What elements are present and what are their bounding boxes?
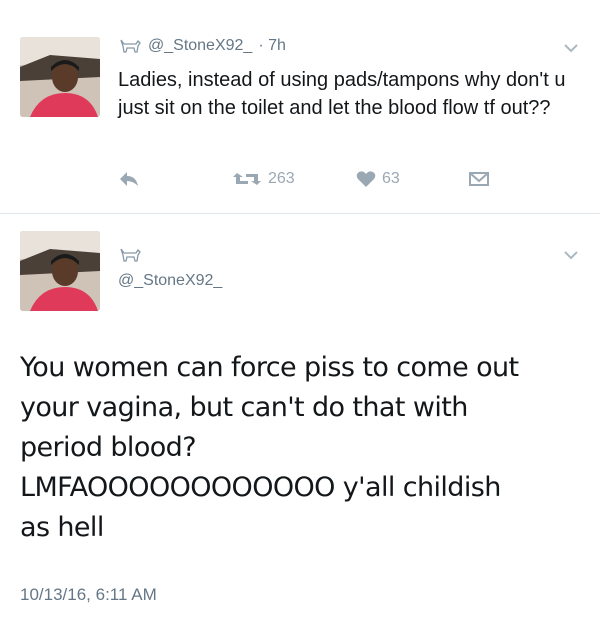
tweet-1-header: @_StoneX92_ · 7h	[118, 37, 286, 55]
dm-button[interactable]	[468, 170, 490, 188]
retweet-button[interactable]: 263	[232, 170, 295, 188]
tweet-1-text: Ladies, instead of using pads/tampons wh…	[118, 69, 566, 119]
goat-icon	[120, 248, 141, 262]
reply-button[interactable]	[118, 170, 140, 188]
avatar[interactable]	[20, 37, 100, 117]
tweet-2-timestamp[interactable]: 10/13/16, 6:11 AM	[20, 585, 157, 605]
heart-icon	[356, 171, 376, 187]
tweet-1-actions: 263 63	[0, 170, 600, 194]
chevron-down-icon[interactable]	[564, 250, 578, 260]
tweet-2-line: LMFAOOOOOOOOOOOO y'all childish	[20, 472, 501, 503]
tweet-2-line: period blood?	[20, 432, 197, 463]
tweet-2-handle[interactable]: @_StoneX92_	[118, 272, 222, 290]
reply-icon	[120, 172, 138, 186]
tweet-1-handle[interactable]: @_StoneX92_	[148, 37, 252, 55]
chevron-down-icon[interactable]	[564, 43, 578, 53]
goat-icon	[120, 39, 141, 53]
like-button[interactable]: 63	[356, 170, 400, 188]
dm-icon	[469, 172, 489, 186]
tweet-2-line: your vagina, but can't do that with	[20, 392, 468, 423]
tweet-2-line: as hell	[20, 512, 104, 543]
like-count: 63	[382, 170, 400, 187]
avatar[interactable]	[20, 231, 100, 311]
tweet-1-time[interactable]: · 7h	[258, 37, 286, 55]
retweet-icon	[233, 173, 261, 185]
tweet-2-line: You women can force piss to come out	[20, 352, 519, 383]
tweet-2-text: You women can force piss to come out you…	[20, 348, 585, 548]
retweet-count: 263	[268, 170, 295, 187]
